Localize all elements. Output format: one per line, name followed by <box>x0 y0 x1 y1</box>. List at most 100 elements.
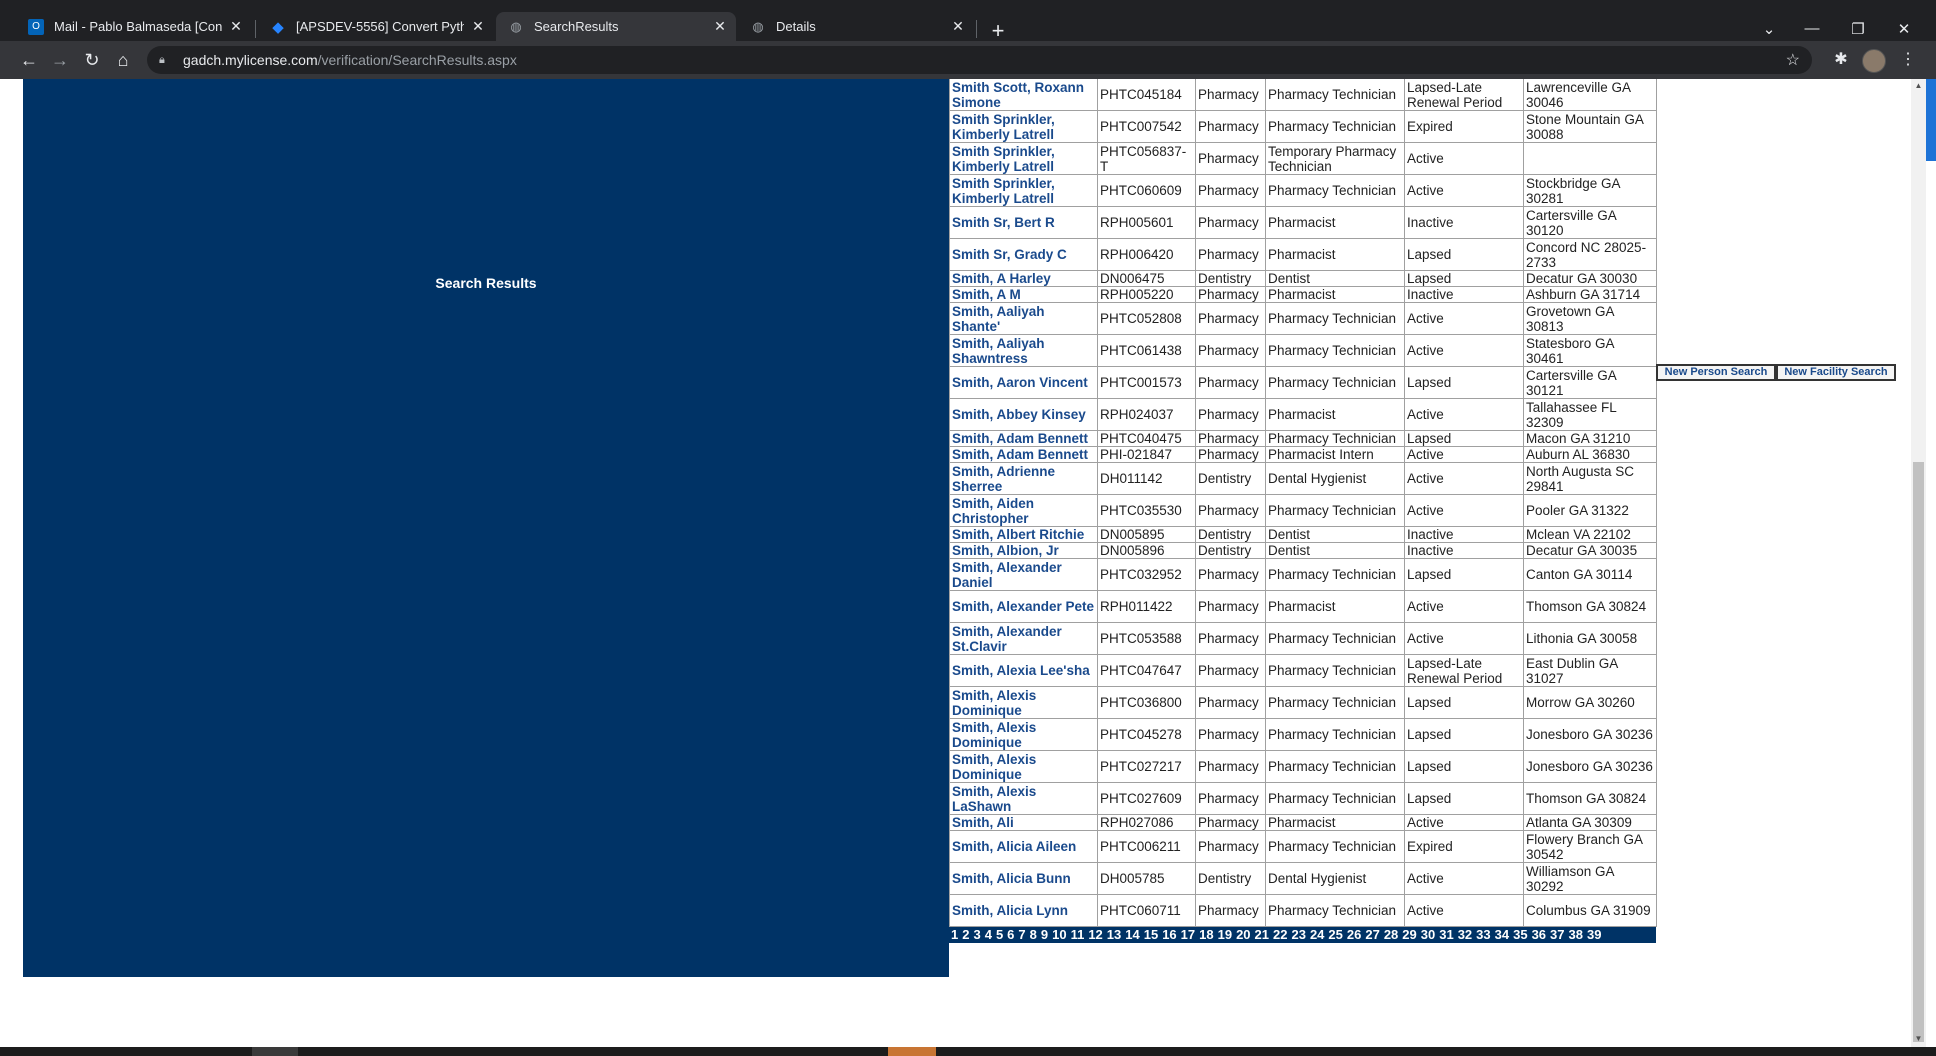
page-link[interactable]: 38 <box>1569 927 1583 942</box>
extensions-icon[interactable]: ✱ <box>1830 49 1852 69</box>
page-link[interactable]: 28 <box>1384 927 1398 942</box>
licensee-link[interactable]: Smith, A M <box>952 288 1021 302</box>
licensee-link[interactable]: Smith Sprinkler, Kimberly Latrell <box>952 176 1055 206</box>
page-link[interactable]: 7 <box>1018 927 1025 942</box>
licensee-link[interactable]: Smith, Albert Ritchie <box>952 528 1084 542</box>
page-link[interactable]: 5 <box>996 927 1003 942</box>
page-link[interactable]: 24 <box>1310 927 1324 942</box>
restore-icon[interactable]: ❐ <box>1843 20 1873 38</box>
page-link[interactable]: 19 <box>1218 927 1232 942</box>
page-link[interactable]: 16 <box>1162 927 1176 942</box>
page-link[interactable]: 31 <box>1439 927 1453 942</box>
licensee-link[interactable]: Smith, Adrienne Sherree <box>952 464 1055 494</box>
taskbar-item[interactable] <box>888 1047 936 1056</box>
licensee-link[interactable]: Smith, Aaliyah Shante' <box>952 304 1045 334</box>
reload-icon[interactable]: ↻ <box>80 48 104 72</box>
new-person-search-button[interactable]: New Person Search <box>1656 364 1776 381</box>
licensee-link[interactable]: Smith, Alicia Bunn <box>952 871 1071 886</box>
page-link[interactable]: 21 <box>1255 927 1269 942</box>
licensee-link[interactable]: Smith, Alexia Lee'sha <box>952 663 1090 678</box>
page-link[interactable]: 36 <box>1532 927 1546 942</box>
licensee-link[interactable]: Smith, Alexis Dominique <box>952 688 1036 718</box>
close-icon[interactable]: ✕ <box>712 18 728 35</box>
scroll-thumb[interactable] <box>1913 462 1924 1042</box>
licensee-link[interactable]: Smith Scott, Roxann Simone <box>952 80 1084 110</box>
page-link[interactable]: 3 <box>973 927 980 942</box>
tab-details[interactable]: ◍ Details ✕ <box>738 12 974 41</box>
page-link[interactable]: 6 <box>1007 927 1014 942</box>
licensee-link[interactable]: Smith, Alicia Lynn <box>952 903 1068 918</box>
licensee-link[interactable]: Smith, A Harley <box>952 272 1051 286</box>
close-icon[interactable]: ✕ <box>470 18 486 35</box>
close-icon[interactable]: ✕ <box>950 18 966 35</box>
licensee-link[interactable]: Smith Sr, Bert R <box>952 215 1055 230</box>
forward-icon[interactable]: → <box>48 48 72 72</box>
back-icon[interactable]: ← <box>17 48 41 72</box>
lock-icon[interactable]: 🔒︎ <box>159 54 173 67</box>
page-link[interactable]: 11 <box>1071 927 1085 942</box>
tab-search-results[interactable]: ◍ SearchResults ✕ <box>496 12 736 41</box>
page-link[interactable]: 18 <box>1199 927 1213 942</box>
licensee-link[interactable]: Smith, Aaron Vincent <box>952 375 1088 390</box>
address-bar[interactable]: 🔒︎ gadch.mylicense.com/verification/Sear… <box>147 46 1812 74</box>
licensee-link[interactable]: Smith Sprinkler, Kimberly Latrell <box>952 144 1055 174</box>
licensee-link[interactable]: Smith, Alexander Pete <box>952 599 1094 614</box>
page-link[interactable]: 2 <box>962 927 969 942</box>
page-link[interactable]: 8 <box>1030 927 1037 942</box>
page-link[interactable]: 30 <box>1421 927 1435 942</box>
page-link[interactable]: 9 <box>1041 927 1048 942</box>
scroll-up-icon[interactable]: ▲ <box>1911 81 1926 90</box>
page-link[interactable]: 37 <box>1550 927 1564 942</box>
page-link[interactable]: 23 <box>1291 927 1305 942</box>
licensee-link[interactable]: Smith, Aaliyah Shawntress <box>952 336 1045 366</box>
licensee-link[interactable]: Smith Sr, Grady C <box>952 247 1067 262</box>
taskbar-item[interactable] <box>252 1047 298 1056</box>
minimize-icon[interactable]: — <box>1797 20 1827 37</box>
page-link[interactable]: 33 <box>1476 927 1490 942</box>
licensee-link[interactable]: Smith Sprinkler, Kimberly Latrell <box>952 112 1055 142</box>
licensee-link[interactable]: Smith, Alexander St.Clavir <box>952 624 1062 654</box>
bookmark-star-icon[interactable]: ☆ <box>1786 50 1800 70</box>
licensee-link[interactable]: Smith, Adam Bennett <box>952 432 1088 446</box>
page-link[interactable]: 29 <box>1402 927 1416 942</box>
close-icon[interactable]: ✕ <box>228 18 244 35</box>
page-link[interactable]: 26 <box>1347 927 1361 942</box>
page-link[interactable]: 13 <box>1107 927 1121 942</box>
scroll-down-icon[interactable]: ▼ <box>1911 1034 1926 1043</box>
new-tab-icon[interactable]: + <box>986 20 1010 42</box>
page-link[interactable]: 10 <box>1052 927 1066 942</box>
licensee-link[interactable]: Smith, Alicia Aileen <box>952 839 1076 854</box>
page-link[interactable]: 39 <box>1587 927 1601 942</box>
home-icon[interactable]: ⌂ <box>111 48 135 72</box>
tab-mail[interactable]: O Mail - Pablo Balmaseda [Contract ✕ <box>16 12 252 41</box>
page-link[interactable]: 35 <box>1513 927 1527 942</box>
page-link[interactable]: 14 <box>1125 927 1139 942</box>
page-link[interactable]: 17 <box>1181 927 1195 942</box>
licensee-link[interactable]: Smith, Aiden Christopher <box>952 496 1034 526</box>
tab-search-icon[interactable]: ⌄ <box>1754 20 1784 38</box>
licensee-link[interactable]: Smith, Ali <box>952 816 1014 830</box>
menu-icon[interactable]: ⋮ <box>1897 49 1919 69</box>
page-link[interactable]: 1 <box>951 927 958 942</box>
new-facility-search-button[interactable]: New Facility Search <box>1776 364 1896 381</box>
licensee-link[interactable]: Smith, Alexander Daniel <box>952 560 1062 590</box>
licensee-link[interactable]: Smith, Abbey Kinsey <box>952 407 1086 422</box>
window-close-icon[interactable]: ✕ <box>1889 20 1919 38</box>
licensee-link[interactable]: Smith, Albion, Jr <box>952 544 1059 558</box>
profile-avatar[interactable] <box>1862 49 1886 73</box>
licensee-link[interactable]: Smith, Adam Bennett <box>952 448 1088 462</box>
licensee-link[interactable]: Smith, Alexis Dominique <box>952 720 1036 750</box>
page-link[interactable]: 4 <box>985 927 992 942</box>
licensee-link[interactable]: Smith, Alexis Dominique <box>952 752 1036 782</box>
page-link[interactable]: 25 <box>1328 927 1342 942</box>
page-link[interactable]: 12 <box>1088 927 1102 942</box>
page-link[interactable]: 15 <box>1144 927 1158 942</box>
licensee-link[interactable]: Smith, Alexis LaShawn <box>952 784 1036 814</box>
page-link[interactable]: 27 <box>1365 927 1379 942</box>
page-link[interactable]: 22 <box>1273 927 1287 942</box>
page-link[interactable]: 20 <box>1236 927 1250 942</box>
tab-jira[interactable]: ◆ [APSDEV-5556] Convert Python s ✕ <box>258 12 494 41</box>
page-link[interactable]: 32 <box>1458 927 1472 942</box>
page-link[interactable]: 34 <box>1495 927 1509 942</box>
page-scrollbar[interactable]: ▲ ▼ <box>1911 79 1926 1047</box>
